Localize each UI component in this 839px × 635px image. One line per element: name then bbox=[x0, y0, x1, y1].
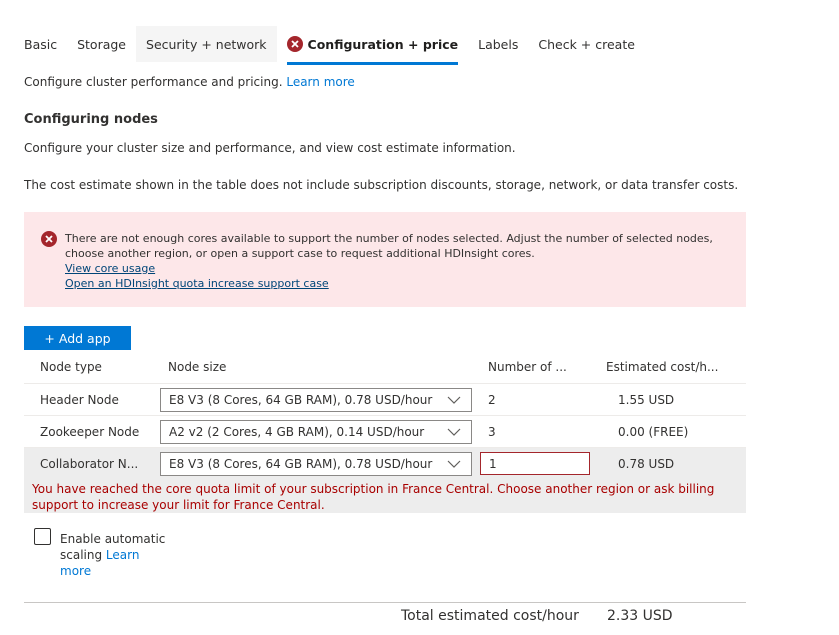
node-count-input[interactable]: 1 bbox=[480, 452, 590, 475]
node-type: Zookeeper Node bbox=[40, 425, 140, 439]
table-row: Zookeeper Node A2 v2 (2 Cores, 4 GB RAM)… bbox=[24, 416, 746, 448]
section-description: Configure your cluster size and performa… bbox=[24, 141, 516, 155]
node-count[interactable]: 2 bbox=[488, 393, 496, 407]
intro-description: Configure cluster performance and pricin… bbox=[24, 75, 283, 89]
node-size-value: E8 V3 (8 Cores, 64 GB RAM), 0.78 USD/hou… bbox=[169, 457, 433, 471]
cost-disclaimer: The cost estimate shown in the table doe… bbox=[24, 178, 739, 192]
add-app-button[interactable]: + Add app bbox=[24, 326, 131, 350]
node-size-select[interactable]: A2 v2 (2 Cores, 4 GB RAM), 0.14 USD/hour bbox=[160, 420, 472, 444]
error-icon bbox=[286, 36, 303, 52]
error-banner: There are not enough cores available to … bbox=[24, 212, 746, 307]
chevron-down-icon bbox=[447, 428, 461, 436]
tab-basic[interactable]: Basic bbox=[14, 26, 67, 62]
tab-security-network[interactable]: Security + network bbox=[136, 26, 277, 62]
view-core-usage-link[interactable]: View core usage bbox=[65, 261, 735, 276]
node-count-value: 1 bbox=[489, 456, 497, 471]
node-size-value: E8 V3 (8 Cores, 64 GB RAM), 0.78 USD/hou… bbox=[169, 393, 433, 407]
error-message: There are not enough cores available to … bbox=[65, 231, 735, 291]
total-cost-label: Total estimated cost/hour bbox=[401, 608, 579, 624]
node-count[interactable]: 3 bbox=[488, 425, 496, 439]
header-number-of-nodes: Number of ... bbox=[488, 360, 567, 374]
table-header: Node type Node size Number of ... Estima… bbox=[24, 352, 746, 384]
autoscale-checkbox[interactable] bbox=[34, 528, 51, 545]
node-cost: 0.78 USD bbox=[618, 457, 675, 471]
tab-labels[interactable]: Labels bbox=[468, 26, 528, 62]
table-row: Collaborator N... E8 V3 (8 Cores, 64 GB … bbox=[24, 448, 746, 513]
header-node-size: Node size bbox=[168, 360, 227, 374]
quota-support-case-link[interactable]: Open an HDInsight quota increase support… bbox=[65, 276, 735, 291]
header-estimated-cost: Estimated cost/h... bbox=[606, 360, 719, 374]
quota-error-message: You have reached the core quota limit of… bbox=[32, 482, 715, 512]
error-icon bbox=[41, 231, 57, 247]
node-size-select[interactable]: E8 V3 (8 Cores, 64 GB RAM), 0.78 USD/hou… bbox=[160, 388, 472, 412]
tab-label: Configuration + price bbox=[307, 36, 459, 52]
total-cost-value: 2.33 USD bbox=[607, 608, 673, 624]
header-node-type: Node type bbox=[40, 360, 102, 374]
chevron-down-icon bbox=[447, 396, 461, 404]
node-size-value: A2 v2 (2 Cores, 4 GB RAM), 0.14 USD/hour bbox=[169, 425, 425, 439]
error-message-text: There are not enough cores available to … bbox=[65, 232, 713, 260]
node-cost: 0.00 (FREE) bbox=[618, 425, 689, 439]
node-type: Collaborator N... bbox=[40, 457, 139, 471]
node-type: Header Node bbox=[40, 393, 119, 407]
node-size-select[interactable]: E8 V3 (8 Cores, 64 GB RAM), 0.78 USD/hou… bbox=[160, 452, 472, 476]
table-row: Header Node E8 V3 (8 Cores, 64 GB RAM), … bbox=[24, 384, 746, 416]
node-table: Node type Node size Number of ... Estima… bbox=[24, 352, 746, 513]
divider bbox=[24, 602, 746, 603]
wizard-tabs: Basic Storage Security + network Configu… bbox=[14, 26, 645, 65]
chevron-down-icon bbox=[447, 460, 461, 468]
section-title: Configuring nodes bbox=[24, 112, 158, 127]
tab-check-create[interactable]: Check + create bbox=[528, 26, 645, 62]
learn-more-link[interactable]: Learn more bbox=[286, 75, 354, 89]
intro-text: Configure cluster performance and pricin… bbox=[24, 75, 355, 89]
tab-storage[interactable]: Storage bbox=[67, 26, 136, 62]
node-cost: 1.55 USD bbox=[618, 393, 675, 407]
autoscale-label: Enable automatic scaling Learn more bbox=[60, 531, 170, 579]
tab-configuration-price[interactable]: Configuration + price bbox=[277, 26, 469, 65]
